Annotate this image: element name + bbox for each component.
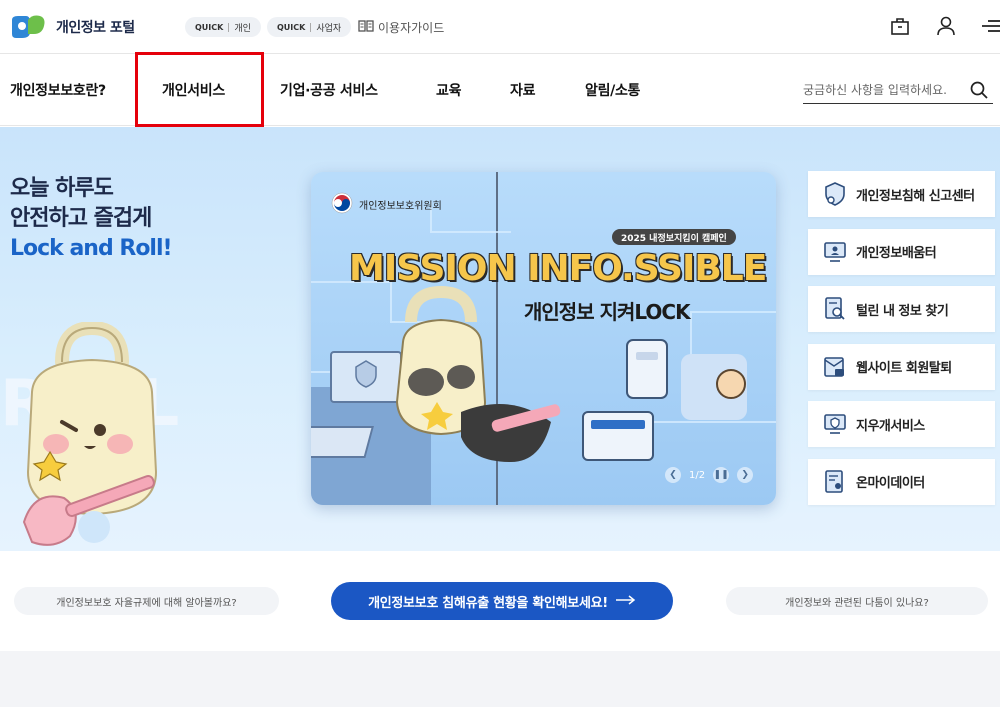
nav-item-education[interactable]: 교육: [436, 54, 461, 126]
banner-org-name: 개인정보보호위원회: [359, 201, 442, 212]
monitor-shield-icon: [822, 411, 848, 437]
page-indicator: 1/2: [689, 469, 706, 481]
bag-icon[interactable]: [890, 16, 910, 36]
banner-org: 개인정보보호위원회: [331, 192, 442, 217]
quick-link-label: 개인정보침해 신고센터: [856, 188, 975, 204]
nav-item-business-services[interactable]: 기업·공공 서비스: [280, 54, 378, 126]
monitor-user-icon: [822, 239, 848, 265]
search-box: [803, 78, 993, 104]
menu-icon[interactable]: [982, 16, 1000, 36]
book-icon: [358, 19, 374, 36]
quick-label: 사업자: [316, 23, 342, 34]
guide-label: 이용자가이드: [378, 21, 445, 35]
nav-item-news[interactable]: 알림/소통: [585, 54, 640, 126]
next-section: [0, 651, 1000, 707]
quick-personal-button[interactable]: QUICK 개인: [185, 17, 261, 37]
quick-link-learning[interactable]: 개인정보배움터: [808, 228, 995, 275]
nav-item-personal-services[interactable]: 개인서비스: [162, 54, 225, 126]
search-icon[interactable]: [969, 80, 989, 100]
divider: [310, 22, 312, 32]
quick-business-button[interactable]: QUICK 사업자: [267, 17, 352, 37]
top-bar: 개인정보 포털 QUICK 개인 QUICK 사업자 이용자가이드: [0, 0, 1000, 54]
logo-mark-icon: [10, 14, 48, 40]
quick-link-label: 온마이데이터: [856, 476, 925, 491]
quick-link-leaked-info[interactable]: 털린 내 정보 찾기: [808, 286, 995, 332]
slogan-line-1: 오늘 하루도: [10, 176, 114, 201]
divider: [228, 22, 230, 32]
doc-user-icon: [822, 469, 848, 495]
doc-search-icon: [822, 296, 848, 322]
site-logo[interactable]: 개인정보 포털: [10, 14, 135, 40]
banner-subtitle: 개인정보 지켜LOCK: [524, 300, 691, 324]
next-arrow-icon[interactable]: ❯: [737, 467, 754, 483]
quick-link-website-withdrawal[interactable]: 웹사이트 회원탈퇴: [808, 343, 995, 390]
prev-arrow-icon[interactable]: ❮: [665, 467, 681, 483]
info-strip: 개인정보보호 자율규제에 대해 알아볼까요? 개인정보보호 침해유출 현황을 확…: [0, 551, 1000, 651]
slogan-line-2: 안전하고 즐겁게: [10, 206, 152, 231]
campaign-banner[interactable]: 개인정보보호위원회 2025 내정보지킴이 캠페인 MISSION INFO.S…: [311, 172, 776, 505]
campaign-badge: 2025 내정보지킴이 캠페인: [612, 229, 736, 245]
quick-service-list: 개인정보침해 신고센터 개인정보배움터 털린 내 정보 찾기 웹사이트 회원탈퇴…: [808, 171, 995, 516]
pause-icon[interactable]: ❚❚: [713, 467, 730, 483]
shield-user-icon: [822, 181, 848, 207]
quick-link-on-mydata[interactable]: 온마이데이터: [808, 458, 995, 505]
cta-label: 개인정보보호 침해유출 현황을 확인해보세요!: [368, 595, 608, 611]
breach-status-button[interactable]: 개인정보보호 침해유출 현황을 확인해보세요!: [331, 582, 673, 620]
mascot-lock-character-icon: [22, 322, 158, 546]
quick-tag: QUICK: [277, 22, 306, 32]
self-regulation-link[interactable]: 개인정보보호 자율규제에 대해 알아볼까요?: [14, 587, 279, 615]
quick-label: 개인: [234, 23, 251, 34]
logo-text: 개인정보 포털: [56, 20, 135, 36]
quick-link-label: 개인정보배움터: [856, 246, 937, 261]
mail-lock-icon: [822, 354, 848, 380]
quick-tag: QUICK: [195, 22, 224, 32]
quick-link-label: 지우개서비스: [856, 418, 925, 434]
nav-item-resources[interactable]: 자료: [510, 54, 535, 126]
nav-item-about[interactable]: 개인정보보호란?: [10, 54, 106, 126]
banner-title: MISSION INFO.SSIBLE: [349, 248, 767, 289]
search-input[interactable]: [803, 80, 963, 100]
banner-illustration-icon: [311, 172, 776, 505]
user-icon[interactable]: [936, 16, 956, 36]
arrow-right-icon: [615, 594, 636, 609]
quick-link-label: 털린 내 정보 찾기: [856, 303, 949, 319]
dispute-mediation-link[interactable]: 개인정보와 관련된 다툼이 있나요?: [726, 587, 988, 615]
taegeuk-emblem-icon: [331, 192, 353, 217]
quick-link-eraser-service[interactable]: 지우개서비스: [808, 401, 995, 447]
hero-section: ROLL 오늘 하루도 안전하고 즐겁게 Lock and Roll!: [0, 127, 1000, 551]
quick-link-label: 웹사이트 회원탈퇴: [856, 361, 952, 376]
quick-link-infringement-report[interactable]: 개인정보침해 신고센터: [808, 171, 995, 217]
hero-slogan: 오늘 하루도 안전하고 즐겁게 Lock and Roll!: [10, 174, 173, 264]
banner-pager: ❮ 1/2 ❚❚ ❯: [665, 467, 754, 483]
slogan-line-3: Lock and Roll!: [10, 236, 173, 261]
user-guide-link[interactable]: 이용자가이드: [358, 19, 444, 36]
